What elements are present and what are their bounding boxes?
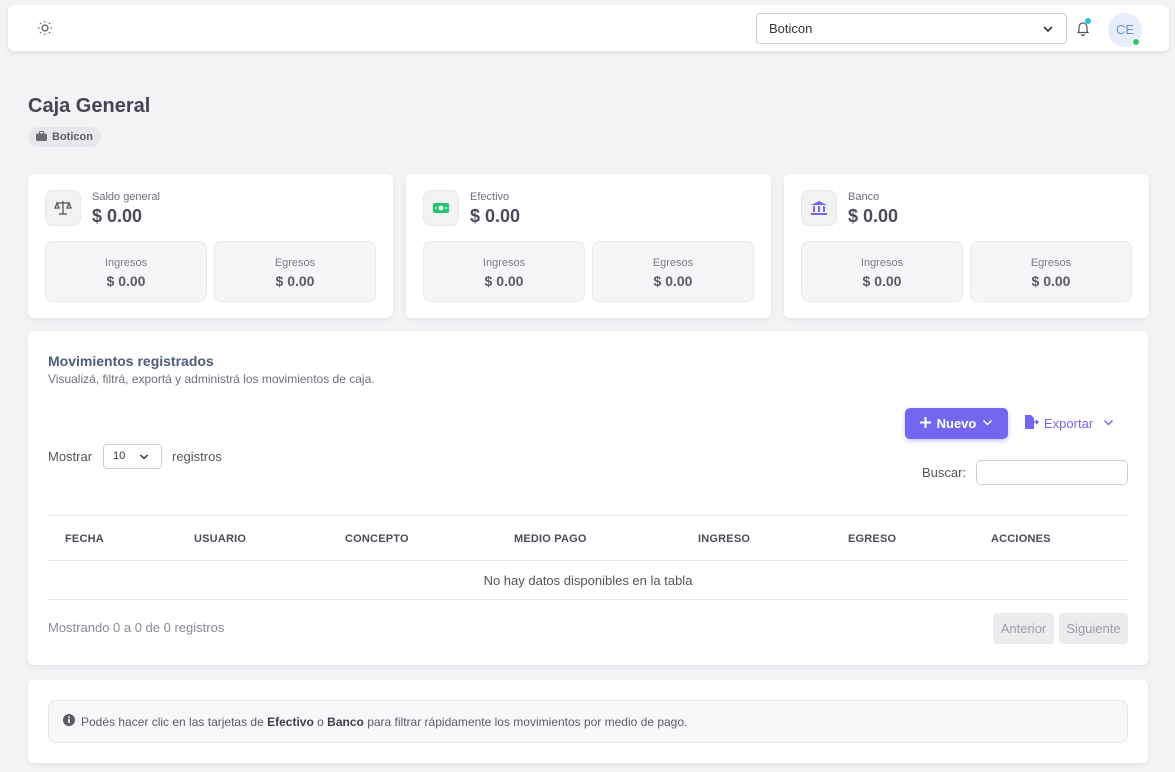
ingresos-box: Ingresos $ 0.00: [45, 241, 207, 302]
info-icon: [63, 714, 75, 729]
ingresos-box: Ingresos $ 0.00: [801, 241, 963, 302]
egresos-box: Egresos $ 0.00: [592, 241, 754, 302]
tip-bold-efectivo: Efectivo: [267, 714, 314, 729]
company-badge-label: Boticon: [52, 131, 93, 143]
egresos-value: $ 0.00: [275, 273, 315, 289]
tip-text-part: para filtrar rápidamente los movimientos…: [367, 714, 688, 729]
next-page-button[interactable]: Siguiente: [1059, 613, 1128, 644]
cash-icon: [423, 190, 459, 226]
column-header-medio-pago[interactable]: MEDIO PAGO: [514, 533, 587, 545]
card-value: $ 0.00: [470, 206, 521, 226]
card-label: Banco: [848, 191, 880, 203]
chevron-down-icon: [1042, 23, 1054, 35]
column-header-fecha[interactable]: FECHA: [65, 533, 104, 545]
column-header-egreso[interactable]: EGRESO: [848, 533, 896, 545]
ingresos-label: Ingresos: [482, 257, 526, 269]
company-badge: Boticon: [28, 127, 101, 147]
ingresos-value: $ 0.00: [106, 273, 146, 289]
avatar-initials: CE: [1115, 22, 1135, 37]
tip-text: Podés hacer clic en las tarjetas de Efec…: [81, 715, 687, 729]
tip-alert: Podés hacer clic en las tarjetas de Efec…: [48, 700, 1128, 743]
table-info: Mostrando 0 a 0 de 0 registros: [48, 620, 225, 635]
egresos-label: Egresos: [1030, 257, 1072, 269]
notification-dot: [1085, 18, 1091, 24]
column-header-ingreso[interactable]: INGRESO: [698, 533, 750, 545]
chevron-down-icon: [1103, 416, 1114, 431]
card-label: Efectivo: [470, 191, 510, 203]
top-navbar: Boticon CE: [8, 5, 1169, 51]
new-button-label: Nuevo: [936, 416, 977, 431]
movements-subtitle: Visualizá, filtrá, exportá y administrá …: [48, 372, 375, 386]
egresos-value: $ 0.00: [653, 273, 693, 289]
new-button[interactable]: Nuevo: [905, 408, 1008, 439]
length-prefix: Mostrar: [48, 449, 93, 464]
search-label: Buscar:: [922, 465, 967, 480]
egresos-box: Egresos $ 0.00: [214, 241, 376, 302]
chevron-down-icon: [982, 416, 993, 431]
ingresos-box: Ingresos $ 0.00: [423, 241, 585, 302]
card-efectivo[interactable]: Efectivo $ 0.00 Ingresos $ 0.00 Egresos …: [406, 174, 771, 318]
company-select-value: Boticon: [769, 21, 813, 36]
search-input[interactable]: [976, 460, 1128, 485]
movements-title: Movimientos registrados: [48, 353, 214, 369]
card-banco[interactable]: Banco $ 0.00 Ingresos $ 0.00 Egresos $ 0…: [784, 174, 1149, 318]
egresos-box: Egresos $ 0.00: [970, 241, 1132, 302]
egresos-label: Egresos: [274, 257, 316, 269]
export-button[interactable]: Exportar: [1024, 408, 1118, 439]
card-label: Saldo general: [92, 191, 160, 203]
card-value: $ 0.00: [848, 206, 899, 226]
sun-icon[interactable]: [36, 19, 54, 37]
file-export-icon: [1024, 415, 1040, 432]
previous-page-button[interactable]: Anterior: [993, 613, 1054, 644]
tip-text-part: o: [317, 714, 324, 729]
bank-icon: [801, 190, 837, 226]
card-value: $ 0.00: [92, 206, 143, 226]
tip-card: Podés hacer clic en las tarjetas de Efec…: [28, 680, 1148, 763]
plus-icon: [919, 416, 931, 431]
briefcase-icon: [36, 130, 47, 144]
chevron-down-icon: [139, 452, 149, 462]
ingresos-label: Ingresos: [860, 257, 904, 269]
column-header-concepto[interactable]: CONCEPTO: [345, 533, 409, 545]
column-header-acciones: ACCIONES: [991, 533, 1051, 545]
column-header-usuario[interactable]: USUARIO: [194, 533, 246, 545]
length-suffix: registros: [172, 449, 222, 464]
card-saldo-general[interactable]: Saldo general $ 0.00 Ingresos $ 0.00 Egr…: [28, 174, 393, 318]
page-length-value: 10: [113, 450, 126, 462]
table-header: FECHA USUARIO CONCEPTO MEDIO PAGO INGRES…: [48, 515, 1128, 561]
tip-text-part: Podés hacer clic en las tarjetas de: [81, 714, 264, 729]
export-button-label: Exportar: [1044, 416, 1094, 431]
ingresos-value: $ 0.00: [484, 273, 524, 289]
egresos-label: Egresos: [652, 257, 694, 269]
egresos-value: $ 0.00: [1031, 273, 1071, 289]
online-status-dot: [1132, 38, 1140, 46]
ingresos-label: Ingresos: [104, 257, 148, 269]
movements-table: FECHA USUARIO CONCEPTO MEDIO PAGO INGRES…: [48, 515, 1128, 600]
empty-table-message: No hay datos disponibles en la tabla: [48, 561, 1128, 600]
tip-bold-banco: Banco: [327, 714, 364, 729]
company-select[interactable]: Boticon: [756, 13, 1067, 44]
ingresos-value: $ 0.00: [862, 273, 902, 289]
scale-icon: [45, 190, 81, 226]
page-length-select[interactable]: 10: [103, 444, 162, 469]
page-title: Caja General: [28, 95, 151, 117]
movements-card: Movimientos registrados Visualizá, filtr…: [28, 331, 1148, 665]
